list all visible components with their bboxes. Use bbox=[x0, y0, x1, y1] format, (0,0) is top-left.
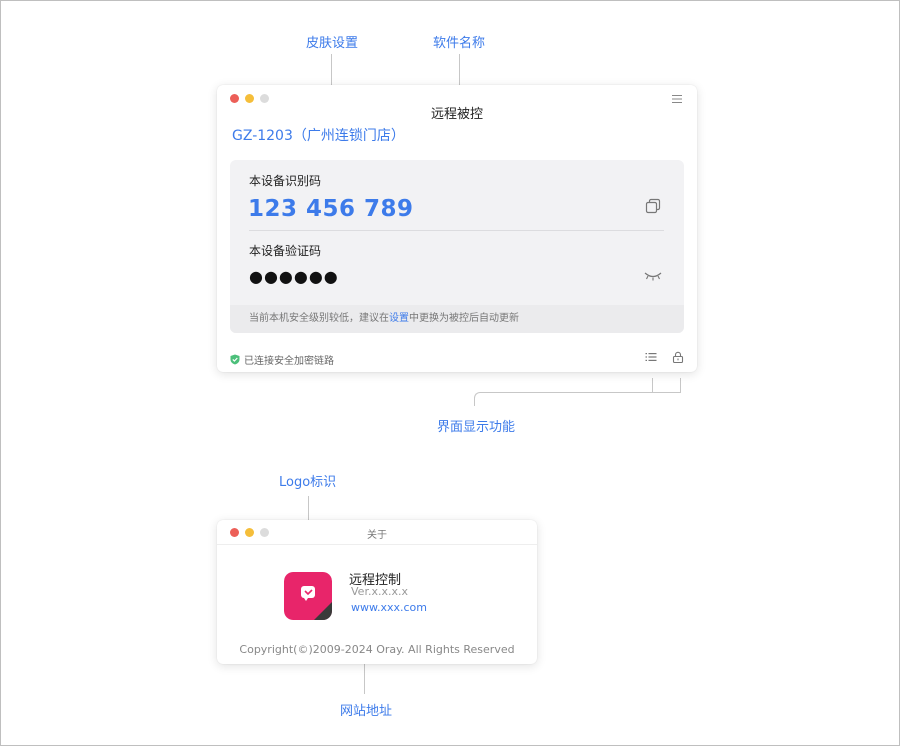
close-button[interactable] bbox=[230, 94, 239, 103]
annotation-website: 网站地址 bbox=[340, 704, 393, 719]
verify-code-masked: ●●●●●● bbox=[249, 267, 339, 286]
remote-controlled-window: 远程被控 GZ-1203（广州连锁门店） 本设备识别码 123 456 789 … bbox=[217, 85, 697, 372]
copyright-text: Copyright(©)2009-2024 Oray. All Rights R… bbox=[239, 643, 515, 656]
device-id-code: 123 456 789 bbox=[248, 196, 414, 222]
annotation-line-name bbox=[459, 54, 460, 86]
window-title: 远程被控 bbox=[430, 107, 483, 122]
eye-closed-icon[interactable] bbox=[644, 271, 662, 281]
annotation-logo: Logo标识 bbox=[279, 475, 337, 490]
annotation-line-func-1 bbox=[652, 378, 653, 392]
copy-icon[interactable] bbox=[645, 198, 661, 214]
notice-text-before: 当前本机安全级别较低，建议在 bbox=[249, 313, 389, 324]
annotation-display-functions: 界面显示功能 bbox=[437, 420, 516, 435]
list-icon[interactable] bbox=[645, 352, 657, 362]
minimize-button[interactable] bbox=[245, 94, 254, 103]
about-title-divider bbox=[217, 544, 537, 545]
card-divider bbox=[249, 230, 664, 231]
window-controls bbox=[230, 94, 269, 103]
about-title: 关于 bbox=[367, 530, 387, 541]
lock-icon[interactable] bbox=[672, 351, 684, 363]
device-id-label: 本设备识别码 bbox=[249, 174, 322, 188]
about-window: 关于 远程控制 Ver.x.x.x.x www.xxx.com Copyrigh… bbox=[217, 520, 537, 664]
annotation-line-func-h bbox=[480, 392, 681, 393]
notice-text-after: 中更换为被控后自动更新 bbox=[409, 313, 519, 324]
app-logo-icon bbox=[284, 572, 332, 620]
annotation-skin-settings: 皮肤设置 bbox=[306, 36, 359, 51]
settings-link[interactable]: 设置 bbox=[389, 313, 409, 324]
connection-status: 已连接安全加密链路 bbox=[230, 352, 334, 367]
connection-status-text: 已连接安全加密链路 bbox=[244, 356, 334, 367]
device-name: GZ-1203（广州连锁门店） bbox=[232, 128, 405, 144]
app-version: Ver.x.x.x.x bbox=[351, 585, 408, 598]
annotation-software-name: 软件名称 bbox=[433, 36, 486, 51]
device-code-card: 本设备识别码 123 456 789 本设备验证码 ●●●●●● 当前本机安全级… bbox=[230, 160, 684, 333]
shield-icon bbox=[230, 354, 240, 365]
verify-code-label: 本设备验证码 bbox=[249, 244, 322, 258]
website-link[interactable]: www.xxx.com bbox=[351, 601, 427, 614]
annotation-line-func-2 bbox=[680, 378, 681, 392]
maximize-button[interactable] bbox=[260, 94, 269, 103]
annotation-line-func-corner bbox=[474, 392, 481, 406]
security-notice: 当前本机安全级别较低，建议在设置中更换为被控后自动更新 bbox=[230, 305, 684, 333]
menu-icon[interactable] bbox=[671, 94, 683, 104]
